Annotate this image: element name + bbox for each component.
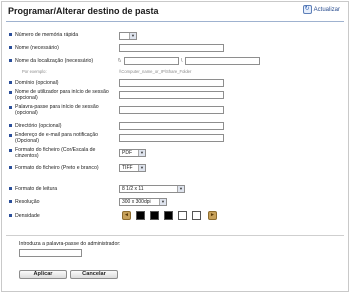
login-user-input[interactable] [119,91,224,99]
quick-dial-label: Número de memória rápida [9,32,115,38]
density-level-4[interactable] [178,211,187,220]
bullet-icon [9,106,12,109]
login-password-label: Palavra-passe para início de sessão (opc… [9,104,113,116]
admin-password-input[interactable] [19,249,82,257]
file-format-color-select[interactable]: PDF ▼ [119,149,146,157]
refresh-button[interactable]: ↻ Actualizar [302,5,340,14]
location-prefix: \\ [118,58,121,64]
density-lighter-button[interactable]: ◄ [122,211,131,220]
directory-input[interactable] [119,122,224,130]
section-divider [6,235,344,236]
bullet-icon [9,200,12,203]
name-input[interactable] [119,44,224,52]
admin-password-label: Introduza a palavra-passe do administrad… [19,241,121,247]
bullet-icon [9,59,12,62]
directory-label: Directório (opcional) [9,123,115,129]
density-level-5[interactable] [192,211,201,220]
resolution-label: Resolução [9,199,115,205]
bullet-icon [9,33,12,36]
location-host-input[interactable] [124,57,179,65]
file-format-color-label: Formato do ficheiro (Cor/Escala de cinze… [9,147,113,159]
login-user-label: Nome de utilizador para início de sessão… [9,89,113,101]
bullet-icon [9,134,12,137]
scan-size-label: Formato de leitura [9,186,115,192]
name-label: Nome (necessário) [9,45,115,51]
notify-email-input[interactable] [119,134,224,142]
domain-label: Domínio (opcional) [9,80,115,86]
refresh-icon: ↻ [302,5,312,14]
file-format-bw-select[interactable]: TIFF ▼ [119,164,146,172]
refresh-label: Actualizar [313,6,340,13]
example-label: Por exemplo: [22,69,47,74]
bullet-icon [9,46,12,49]
header-divider [6,21,344,22]
location-separator: \ [181,58,183,64]
bullet-icon [9,149,12,152]
density-level-1[interactable] [136,211,145,220]
bullet-icon [9,124,12,127]
notify-email-label: Endereço de e-mail para notificação (Opc… [9,132,113,144]
density-level-3[interactable] [164,211,173,220]
bullet-icon [9,91,12,94]
file-format-bw-label: Formato do ficheiro (Preto e branco) [9,165,115,171]
location-name-label: Nome da localização (necessário) [9,58,115,64]
bullet-icon [9,81,12,84]
apply-button[interactable]: Aplicar [19,270,67,279]
density-level-2[interactable] [150,211,159,220]
chevron-down-icon: ▼ [177,186,184,192]
location-share-input[interactable] [185,57,260,65]
cancel-button[interactable]: Cancelar [70,270,118,279]
quick-dial-select[interactable]: ▼ [119,32,137,40]
scan-size-select[interactable]: 8 1/2 x 11 ▼ [119,185,185,193]
resolution-select[interactable]: 300 x 300dpi ▼ [119,198,167,206]
example-path: \\Computer_name_or_IP\Share_Folder [119,69,192,74]
page-title: Programar/Alterar destino de pasta [8,6,159,16]
form-window: Programar/Alterar destino de pasta ↻ Act… [1,1,349,292]
bullet-icon [9,187,12,190]
chevron-down-icon: ▼ [138,165,145,171]
density-darker-button[interactable]: ► [208,211,217,220]
bullet-icon [9,214,12,217]
bullet-icon [9,166,12,169]
density-label: Densidade [9,213,115,219]
domain-input[interactable] [119,79,224,87]
chevron-down-icon: ▼ [129,33,136,39]
chevron-down-icon: ▼ [159,199,166,205]
login-password-input[interactable] [119,106,224,114]
chevron-down-icon: ▼ [138,150,145,156]
